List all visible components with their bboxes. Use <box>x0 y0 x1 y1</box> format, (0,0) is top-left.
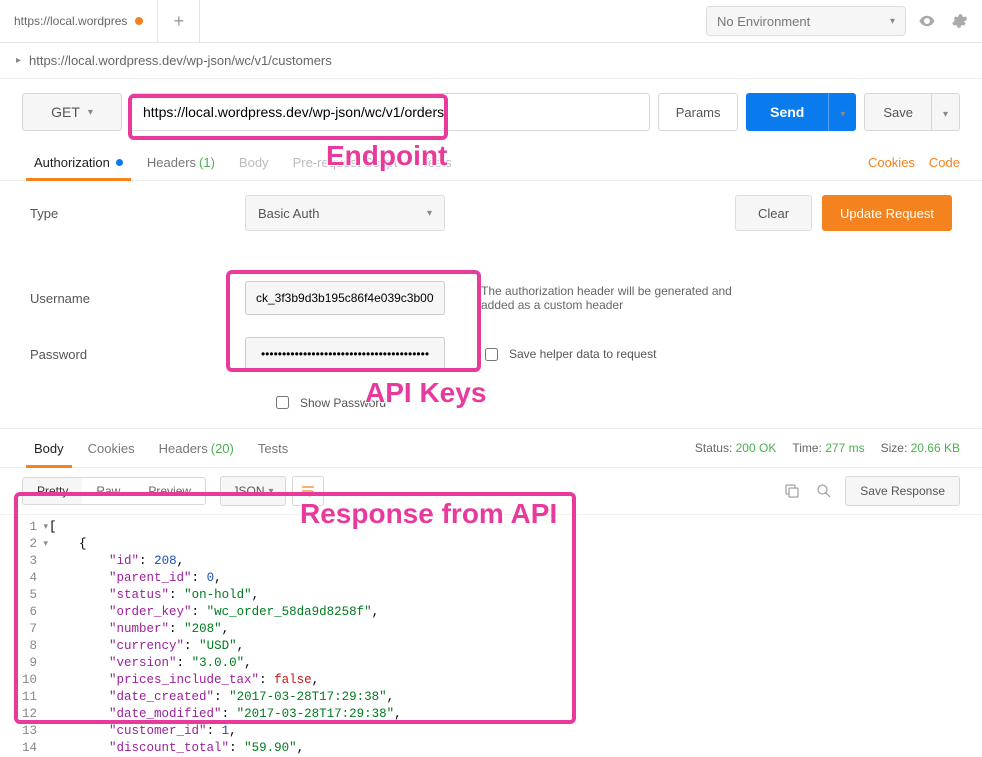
time-value: 277 ms <box>825 441 864 455</box>
resp-tab-cookies[interactable]: Cookies <box>76 429 147 467</box>
update-request-button[interactable]: Update Request <box>822 195 952 231</box>
tab-headers[interactable]: Headers(1) <box>135 145 227 180</box>
chevron-down-icon: ▾ <box>890 16 895 27</box>
show-password-checkbox[interactable] <box>276 396 289 409</box>
request-tabs: https://local.wordpres + <box>0 0 706 42</box>
view-mode-tabs: Pretty Raw Preview <box>22 477 206 505</box>
view-preview[interactable]: Preview <box>134 478 205 504</box>
resp-tab-tests[interactable]: Tests <box>246 429 300 467</box>
resp-tab-body[interactable]: Body <box>22 429 76 467</box>
active-dot-icon <box>116 159 123 166</box>
response-tabs: Body Cookies Headers(20) Tests Status: 2… <box>0 428 982 468</box>
save-helper-checkbox[interactable] <box>485 348 498 361</box>
response-meta: Status: 200 OK Time: 277 ms Size: 20.66 … <box>695 441 960 455</box>
breadcrumb-caret-icon[interactable]: ▸ <box>16 55 21 66</box>
chevron-down-icon: ▾ <box>88 107 93 118</box>
line-gutter: 1234567891011121314 <box>22 519 49 757</box>
environment-select[interactable]: No Environment ▾ <box>706 6 906 36</box>
size-value: 20.66 KB <box>911 441 960 455</box>
show-password-label: Show Password <box>300 396 386 410</box>
tab-body[interactable]: Body <box>227 145 281 180</box>
url-input[interactable] <box>130 93 650 131</box>
chevron-down-icon: ▾ <box>269 486 274 497</box>
tab-tests[interactable]: Tests <box>409 145 463 180</box>
tab-title: https://local.wordpres <box>14 14 127 28</box>
format-select[interactable]: JSON▾ <box>220 476 286 506</box>
password-input[interactable] <box>245 337 445 371</box>
cookies-link[interactable]: Cookies <box>868 155 915 170</box>
save-button-group: Save ▾ <box>864 93 960 131</box>
tab-prerequest[interactable]: Pre-request Script <box>281 145 410 180</box>
auth-info-text: The authorization header will be generat… <box>481 284 751 312</box>
chevron-down-icon: ▾ <box>840 109 845 120</box>
chevron-down-icon: ▾ <box>427 208 432 219</box>
request-tab[interactable]: https://local.wordpres <box>0 0 158 42</box>
send-button[interactable]: Send <box>746 93 828 131</box>
save-helper-label: Save helper data to request <box>509 347 656 361</box>
save-response-button[interactable]: Save Response <box>845 476 960 506</box>
save-dropdown[interactable]: ▾ <box>932 93 960 131</box>
breadcrumb: ▸ https://local.wordpress.dev/wp-json/wc… <box>0 43 982 79</box>
auth-type-label: Type <box>30 206 245 221</box>
quick-look-icon[interactable] <box>916 10 938 32</box>
http-method-label: GET <box>51 104 80 120</box>
copy-icon[interactable] <box>781 480 803 502</box>
send-button-group: Send ▾ <box>746 93 856 131</box>
chevron-down-icon: ▾ <box>943 109 948 120</box>
settings-icon[interactable] <box>948 10 970 32</box>
breadcrumb-text: https://local.wordpress.dev/wp-json/wc/v… <box>29 53 332 68</box>
response-body: 1234567891011121314 [ { "id": 208, "pare… <box>0 515 982 757</box>
wrap-lines-button[interactable] <box>292 476 324 506</box>
new-tab-button[interactable]: + <box>158 0 200 42</box>
tab-authorization[interactable]: Authorization <box>22 145 135 180</box>
top-bar: https://local.wordpres + No Environment … <box>0 0 982 43</box>
request-row: GET ▾ Params Send ▾ Save ▾ <box>0 79 982 145</box>
unsaved-dot-icon <box>135 17 143 25</box>
auth-type-select[interactable]: Basic Auth ▾ <box>245 195 445 231</box>
http-method-select[interactable]: GET ▾ <box>22 93 122 131</box>
auth-section: Type Basic Auth ▾ Clear Update Request U… <box>0 181 982 418</box>
password-label: Password <box>30 347 245 362</box>
status-value: 200 OK <box>736 441 777 455</box>
username-label: Username <box>30 291 245 306</box>
username-input[interactable] <box>245 281 445 315</box>
params-button[interactable]: Params <box>658 93 738 131</box>
response-toolbar: Pretty Raw Preview JSON▾ Save Response <box>0 468 982 515</box>
send-dropdown[interactable]: ▾ <box>828 93 856 131</box>
search-icon[interactable] <box>813 480 835 502</box>
environment-label: No Environment <box>717 14 810 29</box>
request-links: Cookies Code <box>868 155 960 170</box>
view-raw[interactable]: Raw <box>82 478 134 504</box>
request-sub-tabs: Authorization Headers(1) Body Pre-reques… <box>0 145 982 181</box>
save-button[interactable]: Save <box>864 93 932 131</box>
clear-button[interactable]: Clear <box>735 195 812 231</box>
code-link[interactable]: Code <box>929 155 960 170</box>
resp-tab-headers[interactable]: Headers(20) <box>147 429 246 467</box>
code-content[interactable]: [ { "id": 208, "parent_id": 0, "status":… <box>49 519 402 757</box>
view-pretty[interactable]: Pretty <box>23 478 82 504</box>
